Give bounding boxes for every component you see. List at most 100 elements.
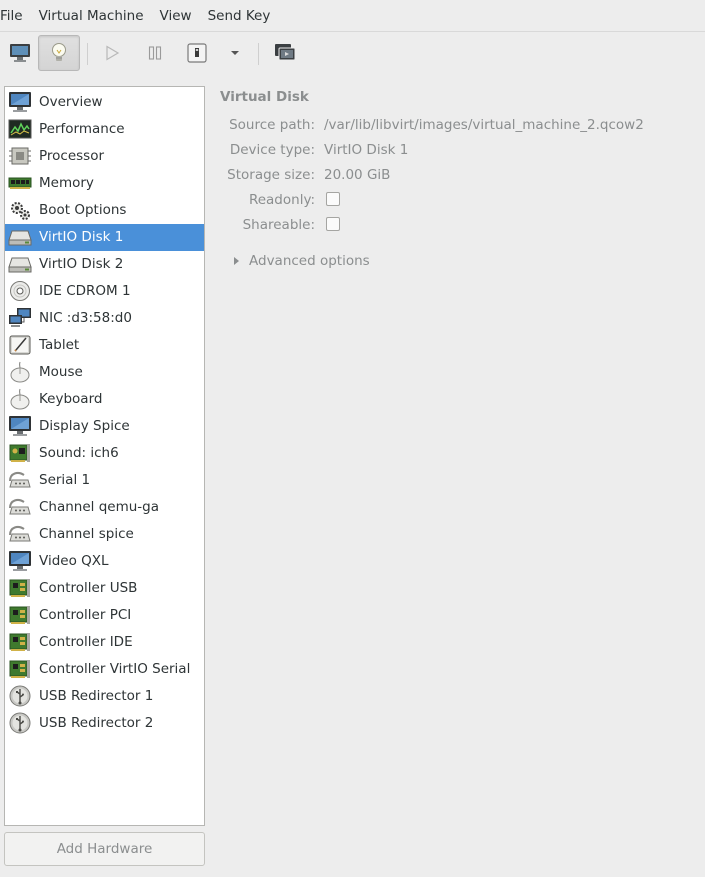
advanced-options-expander[interactable]: Advanced options — [234, 253, 370, 269]
performance-graph-icon — [7, 117, 33, 141]
gears-icon — [7, 198, 33, 222]
hw-item-label: Performance — [39, 121, 125, 137]
network-icon — [7, 306, 33, 330]
hw-item-label: Overview — [39, 94, 103, 110]
hw-item-label: Tablet — [39, 337, 80, 353]
add-hardware-button[interactable]: Add Hardware — [4, 832, 205, 866]
shutdown-icon — [187, 43, 207, 63]
source-path-label: Source path: — [229, 117, 315, 133]
monitor-icon — [7, 549, 33, 573]
run-button[interactable] — [92, 35, 132, 71]
console-button[interactable] — [0, 35, 40, 71]
readonly-checkbox[interactable] — [326, 192, 340, 206]
usb-icon — [7, 711, 33, 735]
cdrom-icon — [7, 279, 33, 303]
device-type-label: Device type: — [229, 142, 315, 158]
hw-item-label: Controller PCI — [39, 607, 132, 623]
advanced-options-label: Advanced options — [249, 253, 370, 269]
menu-file[interactable]: File — [0, 0, 31, 32]
controller-card-icon — [7, 603, 33, 627]
hw-item-label: Display Spice — [39, 418, 130, 434]
hw-item-usb-redirector-1[interactable]: USB Redirector 1 — [5, 683, 204, 710]
hw-item-controller-ide[interactable]: Controller IDE — [5, 629, 204, 656]
hw-item-label: USB Redirector 2 — [39, 715, 154, 731]
controller-card-icon — [7, 576, 33, 600]
monitor-icon — [7, 414, 33, 438]
pause-icon — [148, 46, 162, 60]
hw-item-tablet[interactable]: Tablet — [5, 332, 204, 359]
hw-item-label: VirtIO Disk 2 — [39, 256, 124, 272]
hard-disk-icon — [7, 252, 33, 276]
shareable-checkbox[interactable] — [326, 217, 340, 231]
hw-item-label: NIC :d3:58:d0 — [39, 310, 132, 326]
usb-icon — [7, 684, 33, 708]
storage-size-value: 20.00 GiB — [324, 167, 391, 183]
hw-item-ide-cdrom-1[interactable]: IDE CDROM 1 — [5, 278, 204, 305]
toolbar — [0, 32, 705, 72]
hw-item-nic[interactable]: NIC :d3:58:d0 — [5, 305, 204, 332]
hw-item-keyboard[interactable]: Keyboard — [5, 386, 204, 413]
pause-button[interactable] — [135, 35, 175, 71]
hw-item-label: VirtIO Disk 1 — [39, 229, 124, 245]
hw-item-label: Controller IDE — [39, 634, 133, 650]
dropdown-arrow-icon — [231, 51, 239, 55]
hw-item-label: Sound: ich6 — [39, 445, 119, 461]
shutdown-button[interactable] — [177, 35, 217, 71]
hw-item-sound[interactable]: Sound: ich6 — [5, 440, 204, 467]
hard-disk-icon — [7, 225, 33, 249]
hw-item-label: Keyboard — [39, 391, 103, 407]
hw-item-channel-qemu-ga[interactable]: Channel qemu-ga — [5, 494, 204, 521]
storage-size-label: Storage size: — [227, 167, 315, 183]
hw-item-controller-virtio-serial[interactable]: Controller VirtIO Serial — [5, 656, 204, 683]
hw-item-virtio-disk-2[interactable]: VirtIO Disk 2 — [5, 251, 204, 278]
sound-card-icon — [7, 441, 33, 465]
hw-item-usb-redirector-2[interactable]: USB Redirector 2 — [5, 710, 204, 737]
hw-item-memory[interactable]: Memory — [5, 170, 204, 197]
source-path-value: /var/lib/libvirt/images/virtual_machine_… — [324, 117, 644, 133]
menu-view[interactable]: View — [152, 0, 200, 32]
toolbar-separator — [258, 43, 259, 65]
toolbar-separator — [87, 43, 88, 65]
details-bulb-icon — [52, 43, 66, 61]
hw-item-serial-1[interactable]: Serial 1 — [5, 467, 204, 494]
shutdown-menu-button[interactable] — [217, 35, 253, 71]
hw-item-video-qxl[interactable]: Video QXL — [5, 548, 204, 575]
hw-item-label: Controller VirtIO Serial — [39, 661, 191, 677]
hw-item-controller-pci[interactable]: Controller PCI — [5, 602, 204, 629]
hw-item-controller-usb[interactable]: Controller USB — [5, 575, 204, 602]
hw-item-label: IDE CDROM 1 — [39, 283, 131, 299]
cpu-chip-icon — [7, 144, 33, 168]
monitor-icon — [7, 90, 33, 114]
hw-item-label: Processor — [39, 148, 105, 164]
hardware-list[interactable]: Overview Performance Processor Memory Bo… — [4, 86, 205, 826]
readonly-label: Readonly: — [248, 192, 315, 208]
menu-virtual-machine[interactable]: Virtual Machine — [31, 0, 152, 32]
details-button[interactable] — [38, 35, 80, 71]
hw-item-label: Channel qemu-ga — [39, 499, 160, 515]
run-icon — [106, 45, 120, 61]
hw-item-display-spice[interactable]: Display Spice — [5, 413, 204, 440]
serial-port-icon — [7, 468, 33, 492]
hw-item-overview[interactable]: Overview — [5, 89, 204, 116]
hw-item-virtio-disk-1[interactable]: VirtIO Disk 1 — [5, 224, 204, 251]
hw-item-label: Controller USB — [39, 580, 138, 596]
hw-item-label: Memory — [39, 175, 94, 191]
menu-send-key[interactable]: Send Key — [200, 0, 279, 32]
serial-port-icon — [7, 495, 33, 519]
tablet-icon — [7, 333, 33, 357]
hw-item-label: Mouse — [39, 364, 83, 380]
hw-item-processor[interactable]: Processor — [5, 143, 204, 170]
hw-item-mouse[interactable]: Mouse — [5, 359, 204, 386]
serial-port-icon — [7, 522, 33, 546]
fullscreen-icon — [275, 44, 296, 61]
section-title: Virtual Disk — [220, 89, 309, 105]
hw-item-channel-spice[interactable]: Channel spice — [5, 521, 204, 548]
keyboard-icon — [7, 387, 33, 411]
hw-item-label: Boot Options — [39, 202, 127, 218]
console-icon — [10, 44, 30, 62]
fullscreen-button[interactable] — [265, 35, 305, 71]
hw-item-label: Serial 1 — [39, 472, 91, 488]
hw-item-label: USB Redirector 1 — [39, 688, 154, 704]
hw-item-performance[interactable]: Performance — [5, 116, 204, 143]
hw-item-boot-options[interactable]: Boot Options — [5, 197, 204, 224]
